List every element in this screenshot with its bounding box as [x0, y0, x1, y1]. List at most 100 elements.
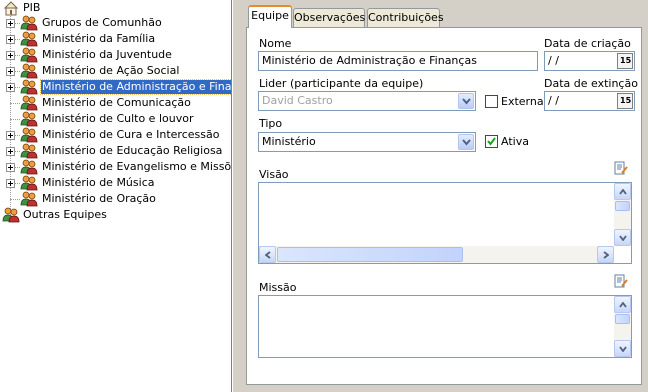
team-tree[interactable]: PIB Grupos de Comunhão Ministério da Famí…	[0, 0, 232, 392]
edit-text-icon[interactable]	[614, 274, 628, 288]
checkmark-icon	[487, 137, 496, 146]
expand-plus-icon[interactable]	[6, 35, 15, 44]
horizontal-scrollbar[interactable]	[259, 246, 614, 263]
data-criacao-value: / /	[548, 54, 559, 67]
tab-observacoes[interactable]: Observações	[293, 8, 365, 27]
tree-connector	[10, 199, 20, 200]
tree-item-label: Ministério de Culto e louvor	[42, 112, 194, 125]
expand-plus-icon[interactable]	[6, 179, 15, 188]
tree-item[interactable]: Ministério de Educação Religiosa	[0, 143, 231, 159]
tree-item-outras-equipes[interactable]: Outras Equipes	[0, 207, 231, 223]
data-criacao-label: Data de criação	[544, 37, 631, 50]
tree-item[interactable]: Ministério de Cura e Intercessão	[0, 127, 231, 143]
tree-item-label: Ministério de Oração	[42, 192, 156, 205]
tree-root-label: PIB	[23, 1, 41, 14]
tree-item[interactable]: Ministério de Administração e Finanças	[0, 79, 231, 95]
chevron-down-icon	[462, 98, 471, 105]
expand-plus-icon[interactable]	[6, 83, 15, 92]
team-icon	[20, 47, 38, 63]
ativa-label: Ativa	[501, 135, 529, 148]
team-icon	[20, 63, 38, 79]
chevron-up-icon	[619, 302, 627, 308]
tree-item[interactable]: Ministério de Comunicação	[0, 95, 231, 111]
tab-contribuicoes[interactable]: Contribuições	[367, 8, 444, 27]
ativa-checkbox[interactable]	[485, 135, 498, 148]
team-icon	[20, 127, 38, 143]
edit-text-icon[interactable]	[614, 161, 628, 175]
tree-item-label: Ministério da Família	[42, 32, 156, 45]
chevron-left-icon	[265, 251, 271, 259]
lider-select[interactable]: David Castro	[258, 91, 476, 111]
tree-item[interactable]: Ministério de Ação Social	[0, 63, 231, 79]
nome-input[interactable]: Ministério de Administração e Finanças	[258, 51, 538, 71]
church-icon	[3, 1, 19, 16]
externa-checkbox[interactable]	[485, 95, 498, 108]
data-extincao-label: Data de extinção	[544, 77, 638, 90]
tree-item-label: Ministério de Ação Social	[42, 64, 180, 77]
splitter[interactable]	[232, 0, 238, 392]
missao-textarea[interactable]	[258, 295, 632, 358]
expand-plus-icon[interactable]	[6, 51, 15, 60]
tree-item[interactable]: Ministério de Música	[0, 175, 231, 191]
scroll-left-button[interactable]	[259, 246, 276, 263]
expand-plus-icon[interactable]	[6, 67, 15, 76]
tab-equipe[interactable]: Equipe	[248, 5, 292, 28]
vertical-scrollbar[interactable]	[614, 183, 631, 246]
tree-item-label: Ministério de Música	[42, 176, 155, 189]
tree-item[interactable]: Ministério de Culto e louvor	[0, 111, 231, 127]
scroll-up-button[interactable]	[614, 296, 631, 313]
expand-plus-icon[interactable]	[6, 131, 15, 140]
tree-connector	[10, 103, 20, 104]
visao-textarea[interactable]	[258, 182, 632, 264]
calendar-button[interactable]: 15	[617, 93, 633, 109]
expand-plus-icon[interactable]	[6, 147, 15, 156]
tipo-label: Tipo	[259, 117, 283, 130]
tree-item-label: Ministério de Educação Religiosa	[42, 144, 223, 157]
team-icon	[20, 111, 38, 127]
scroll-thumb[interactable]	[615, 314, 630, 324]
scroll-up-button[interactable]	[614, 183, 631, 200]
team-icon	[20, 15, 38, 31]
tab-label: Contribuições	[368, 11, 444, 24]
tree-item[interactable]: Ministério da Juventude	[0, 47, 231, 63]
lider-dropdown-button[interactable]	[458, 93, 474, 109]
team-icon	[20, 31, 38, 47]
tree-item[interactable]: Ministério da Família	[0, 31, 231, 47]
tree-item-label: Grupos de Comunhão	[42, 16, 162, 29]
scroll-down-button[interactable]	[614, 229, 631, 246]
tipo-select[interactable]: Ministério	[258, 132, 476, 152]
expand-plus-icon[interactable]	[6, 163, 15, 172]
chevron-down-icon	[462, 139, 471, 146]
data-extincao-value: / /	[548, 94, 559, 107]
tree-item-label: Ministério de Evangelismo e Missões	[42, 160, 232, 173]
tree-item[interactable]: Grupos de Comunhão	[0, 15, 231, 31]
chevron-down-icon	[619, 346, 627, 352]
tree-item[interactable]: Ministério de Evangelismo e Missões	[0, 159, 232, 175]
tree-item-label: Ministério da Juventude	[42, 48, 172, 61]
scroll-right-button[interactable]	[597, 246, 614, 263]
tipo-dropdown-button[interactable]	[458, 134, 474, 150]
chevron-down-icon	[619, 235, 627, 241]
tree-item-label: Outras Equipes	[23, 208, 107, 221]
data-criacao-input[interactable]: / / 15	[544, 51, 635, 71]
missao-label: Missão	[259, 281, 297, 294]
scroll-thumb[interactable]	[277, 247, 463, 262]
calendar-icon: 15	[620, 96, 632, 105]
scroll-thumb[interactable]	[615, 201, 630, 211]
team-icon	[20, 159, 38, 175]
calendar-button[interactable]: 15	[617, 53, 633, 69]
data-extincao-input[interactable]: / / 15	[544, 91, 635, 111]
tree-root[interactable]: PIB	[0, 0, 231, 16]
team-icon	[2, 207, 20, 223]
vertical-scrollbar[interactable]	[614, 296, 631, 357]
equipe-panel: Nome Ministério de Administração e Finan…	[246, 27, 642, 385]
scroll-down-button[interactable]	[614, 340, 631, 357]
team-icon	[20, 79, 38, 95]
calendar-icon: 15	[620, 56, 632, 65]
tree-item-label: Ministério de Administração e Finanças	[40, 79, 231, 95]
tree-item-label: Ministério de Cura e Intercessão	[42, 128, 220, 141]
team-icon	[20, 175, 38, 191]
chevron-right-icon	[603, 251, 609, 259]
tree-item[interactable]: Ministério de Oração	[0, 191, 231, 207]
expand-plus-icon[interactable]	[6, 19, 15, 28]
